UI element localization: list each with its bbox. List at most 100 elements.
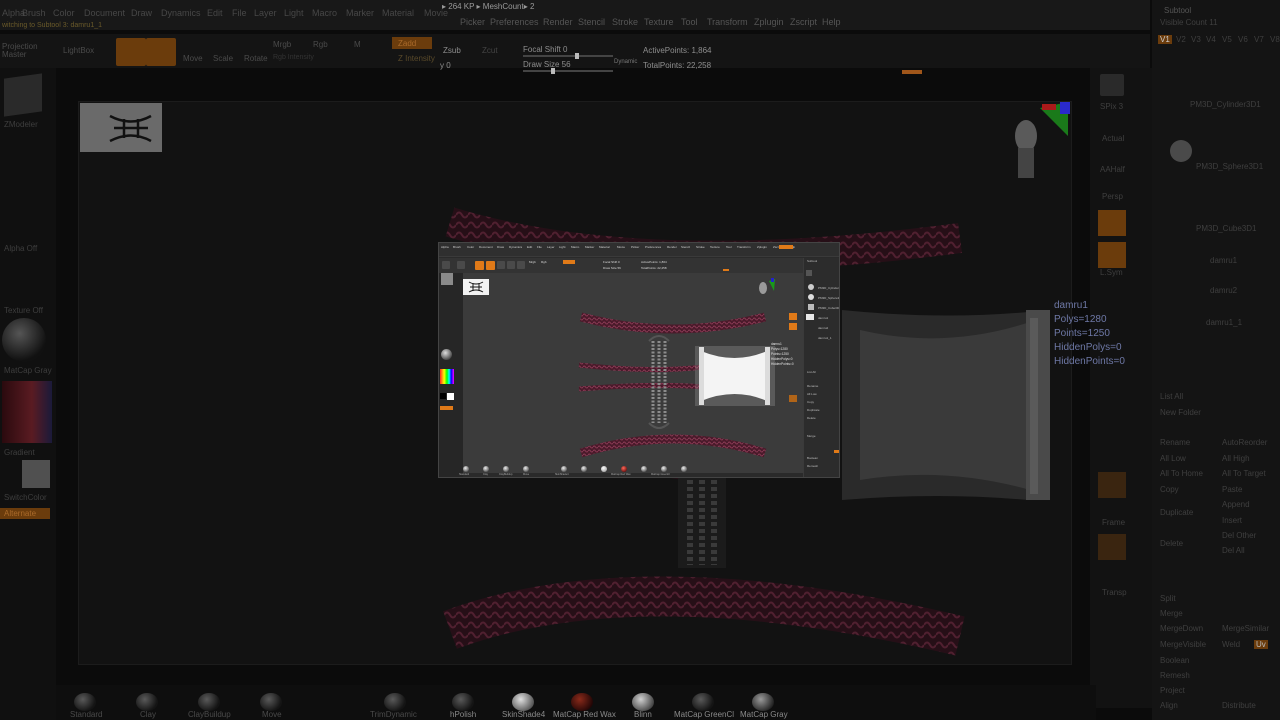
- distribute-button[interactable]: Distribute: [1222, 701, 1256, 710]
- embed-mat-hpolish[interactable]: [561, 466, 567, 472]
- all-low-button[interactable]: All Low: [1160, 454, 1186, 463]
- subtool-item-damru1[interactable]: damru1: [1210, 256, 1237, 265]
- focal-shift-knob[interactable]: [575, 53, 579, 59]
- embed-subtool-cube[interactable]: PM3D_Cube3D1: [818, 306, 839, 310]
- embed-quicksave-button[interactable]: [779, 245, 793, 249]
- embed-menu-material[interactable]: Material: [599, 245, 610, 249]
- navigation-gizmo[interactable]: [1004, 100, 1084, 190]
- tab-v6[interactable]: V6: [1238, 35, 1248, 44]
- embed-all-low-button[interactable]: All Low: [807, 392, 817, 396]
- embed-lightbox-button[interactable]: [457, 261, 465, 269]
- mergedown-button[interactable]: MergeDown: [1160, 624, 1203, 633]
- embed-menu-layer[interactable]: Layer: [547, 245, 555, 249]
- brush-standard-icon[interactable]: [74, 693, 96, 711]
- embed-lsym-button[interactable]: [789, 323, 797, 330]
- all-to-target-button[interactable]: All To Target: [1222, 469, 1266, 478]
- embed-damru-thumb[interactable]: [806, 314, 814, 320]
- embed-menu-preferences[interactable]: Preferences: [645, 245, 661, 249]
- floor-button[interactable]: [1098, 210, 1126, 236]
- embed-mat-blinn[interactable]: [641, 466, 647, 472]
- embed-merge-button[interactable]: Merge: [807, 434, 816, 438]
- embed-duplicate-button[interactable]: Duplicate: [807, 408, 820, 412]
- del-other-button[interactable]: Del Other: [1222, 531, 1256, 540]
- duplicate-button[interactable]: Duplicate: [1160, 508, 1193, 517]
- project-button[interactable]: Project: [1160, 686, 1185, 695]
- embed-floor-button[interactable]: [789, 313, 797, 320]
- material-redwax-icon[interactable]: [571, 693, 593, 711]
- subtool-item-damru2[interactable]: damru2: [1210, 286, 1237, 295]
- frame-button[interactable]: [1098, 472, 1126, 498]
- embed-menu-render[interactable]: Render: [667, 245, 677, 249]
- embed-menu-picker[interactable]: Picker: [631, 245, 639, 249]
- embed-gizmo[interactable]: [755, 277, 779, 303]
- embed-zmodeler-icon[interactable]: [441, 273, 453, 285]
- embed-menu-stroke[interactable]: Stroke: [696, 245, 705, 249]
- embed-boolean-button[interactable]: Boolean: [807, 456, 818, 460]
- draw-size-slider[interactable]: Draw Size 56: [523, 60, 571, 69]
- embed-remesh-button[interactable]: Remesh: [807, 464, 818, 468]
- embed-brush-move[interactable]: [523, 466, 529, 472]
- embed-draw-button[interactable]: [486, 261, 495, 270]
- embed-menu-file[interactable]: File: [537, 245, 542, 249]
- all-to-home-button[interactable]: All To Home: [1160, 469, 1203, 478]
- weld-button[interactable]: Weld: [1222, 640, 1240, 649]
- brush-move-icon[interactable]: [260, 693, 282, 711]
- embed-edit-button[interactable]: [475, 261, 484, 270]
- tab-v7[interactable]: V7: [1254, 35, 1264, 44]
- zsub-button[interactable]: Zsub: [443, 46, 461, 55]
- embed-cube-thumb[interactable]: [808, 304, 814, 310]
- subtool-item-damru1-1[interactable]: damru1_1: [1206, 318, 1242, 327]
- material-skinshade4-icon[interactable]: [512, 693, 534, 711]
- embed-material-icon[interactable]: [441, 349, 452, 360]
- material-blinn-icon[interactable]: [632, 693, 654, 711]
- split-button[interactable]: Split: [1160, 594, 1176, 603]
- draw-size-knob[interactable]: [551, 68, 555, 74]
- embed-draw-size[interactable]: Draw Size 56: [603, 266, 621, 270]
- list-all-button[interactable]: List All: [1160, 392, 1183, 401]
- embed-menu-dynamics[interactable]: Dynamics: [509, 245, 522, 249]
- embed-menu-color[interactable]: Color: [467, 245, 474, 249]
- embed-menu-transform[interactable]: Transform: [737, 245, 751, 249]
- autoreorder-button[interactable]: AutoReorder: [1222, 438, 1267, 447]
- solo-button[interactable]: [1098, 534, 1126, 560]
- embed-subtool-title[interactable]: Subtool: [807, 259, 817, 263]
- del-all-button[interactable]: Del All: [1222, 546, 1245, 555]
- copy-button[interactable]: Copy: [1160, 485, 1179, 494]
- embed-menu-edit[interactable]: Edit: [527, 245, 532, 249]
- embed-subtool-damru2[interactable]: damru2: [818, 326, 828, 330]
- embed-mrgb-button[interactable]: Mrgb: [529, 260, 536, 264]
- mergevisible-button[interactable]: MergeVisible: [1160, 640, 1206, 649]
- embed-bpr-icon[interactable]: [806, 270, 812, 276]
- embed-menu-light[interactable]: Light: [559, 245, 566, 249]
- embed-projection-master-button[interactable]: [442, 261, 450, 269]
- brush-claybuildup-icon[interactable]: [198, 693, 220, 711]
- embed-brush-clay[interactable]: [483, 466, 489, 472]
- embed-rotate-button[interactable]: [517, 261, 525, 269]
- embed-secondary-color[interactable]: [447, 393, 454, 400]
- focal-shift-track[interactable]: [523, 53, 613, 59]
- focal-shift-slider[interactable]: Focal Shift 0: [523, 45, 567, 54]
- embed-menu-alpha[interactable]: Alpha: [441, 245, 449, 249]
- new-folder-button[interactable]: New Folder: [1160, 408, 1201, 417]
- aahalf-button[interactable]: AAHalf: [1100, 165, 1125, 174]
- remesh-button[interactable]: Remesh: [1160, 671, 1190, 680]
- embed-zadd-button[interactable]: [563, 260, 575, 264]
- embed-brush-claybuildup[interactable]: [503, 466, 509, 472]
- delete-button[interactable]: Delete: [1160, 539, 1183, 548]
- embed-subtool-sphere[interactable]: PM3D_Sphere3D1: [818, 296, 839, 300]
- embed-rgb-button[interactable]: Rgb: [541, 260, 547, 264]
- append-button[interactable]: Append: [1222, 500, 1250, 509]
- lsym-button[interactable]: [1098, 242, 1126, 268]
- embed-menu-stencil[interactable]: Stencil: [681, 245, 690, 249]
- embed-menu-macro[interactable]: Macro: [571, 245, 579, 249]
- embed-menu-texture[interactable]: Texture: [710, 245, 720, 249]
- visible-count-slider[interactable]: Visible Count 11: [1160, 18, 1218, 27]
- embed-mat-white[interactable]: [601, 466, 607, 472]
- zcut-button[interactable]: Zcut: [482, 46, 498, 55]
- brush-clay-icon[interactable]: [136, 693, 158, 711]
- embed-copy-button[interactable]: Copy: [807, 400, 814, 404]
- subtool-item-cube[interactable]: PM3D_Cube3D1: [1196, 224, 1256, 233]
- tab-v1[interactable]: V1: [1158, 35, 1172, 44]
- embed-mat-skinshade[interactable]: [581, 466, 587, 472]
- embed-sphere-thumb[interactable]: [808, 294, 814, 300]
